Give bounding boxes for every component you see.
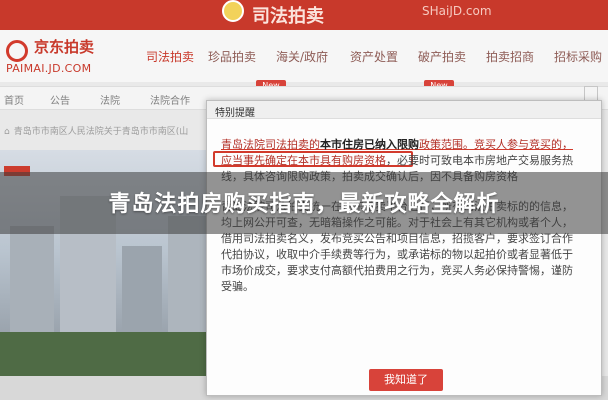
nav-item-judicial-auction[interactable]: 司法拍卖 bbox=[146, 48, 194, 65]
building-shape bbox=[10, 226, 54, 346]
top-banner-site: SHaiJD.com bbox=[422, 4, 492, 18]
dialog-title: 特别提醒 bbox=[215, 108, 255, 119]
para1-lead: 青岛法院司法拍卖的 bbox=[221, 138, 320, 151]
jd-auction-logo-icon[interactable] bbox=[6, 40, 28, 62]
nav-item-auction-investment[interactable]: 拍卖招商 bbox=[486, 48, 534, 65]
subnav-item-home[interactable]: 首页 bbox=[4, 92, 24, 107]
court-emblem-icon bbox=[222, 0, 244, 22]
building-shape bbox=[122, 246, 162, 346]
para1-bold: 本市住房已纳入限购 bbox=[320, 138, 419, 151]
nav-item-treasure-auction[interactable]: 珍品拍卖 bbox=[208, 48, 256, 65]
nav-item-customs-government[interactable]: 海关/政府 bbox=[276, 48, 328, 65]
subnav-item-notices[interactable]: 公告 bbox=[50, 92, 70, 107]
home-icon[interactable]: ⌂ bbox=[4, 127, 10, 137]
para1-mid: 政策范围。竞买人参与竞买的 bbox=[419, 138, 562, 151]
tree-line bbox=[0, 332, 208, 376]
site-header: 京东拍卖 PAIMAI.JD.COM 司法拍卖 珍品拍卖 海关/政府 资产处置 … bbox=[0, 30, 608, 82]
dialog-header: 特别提醒 bbox=[207, 101, 601, 119]
nav-item-bankruptcy-auction[interactable]: 破产拍卖 bbox=[418, 48, 466, 65]
overlay-title-banner: 青岛法拍房购买指南，最新攻略全解析 bbox=[0, 172, 608, 234]
top-brand-banner: 司法拍卖 SHaiJD.com bbox=[0, 0, 608, 30]
breadcrumb-text[interactable]: 青岛市市南区人民法院关于青岛市市南区(山 bbox=[14, 127, 189, 137]
overlay-title: 青岛法拍房购买指南，最新攻略全解析 bbox=[108, 192, 500, 217]
confirm-button[interactable]: 我知道了 bbox=[369, 369, 443, 391]
logo-text[interactable]: 京东拍卖 bbox=[34, 36, 94, 57]
special-reminder-dialog: 特别提醒 青岛法院司法拍卖的本市住房已纳入限购政策范围。竞买人参与竞买的，应当事… bbox=[206, 100, 602, 396]
subnav-item-courts[interactable]: 法院 bbox=[100, 92, 120, 107]
building-shape bbox=[168, 216, 208, 346]
nav-item-tender-procurement[interactable]: 招标采购 bbox=[554, 48, 602, 65]
top-banner-title: 司法拍卖 bbox=[252, 6, 324, 27]
nav-item-asset-disposal[interactable]: 资产处置 bbox=[350, 48, 398, 65]
breadcrumb: ⌂ 青岛市市南区人民法院关于青岛市市南区(山 bbox=[0, 124, 210, 140]
subnav-item-court-cooperation[interactable]: 法院合作 bbox=[150, 92, 190, 107]
logo-subtitle: PAIMAI.JD.COM bbox=[6, 62, 92, 75]
